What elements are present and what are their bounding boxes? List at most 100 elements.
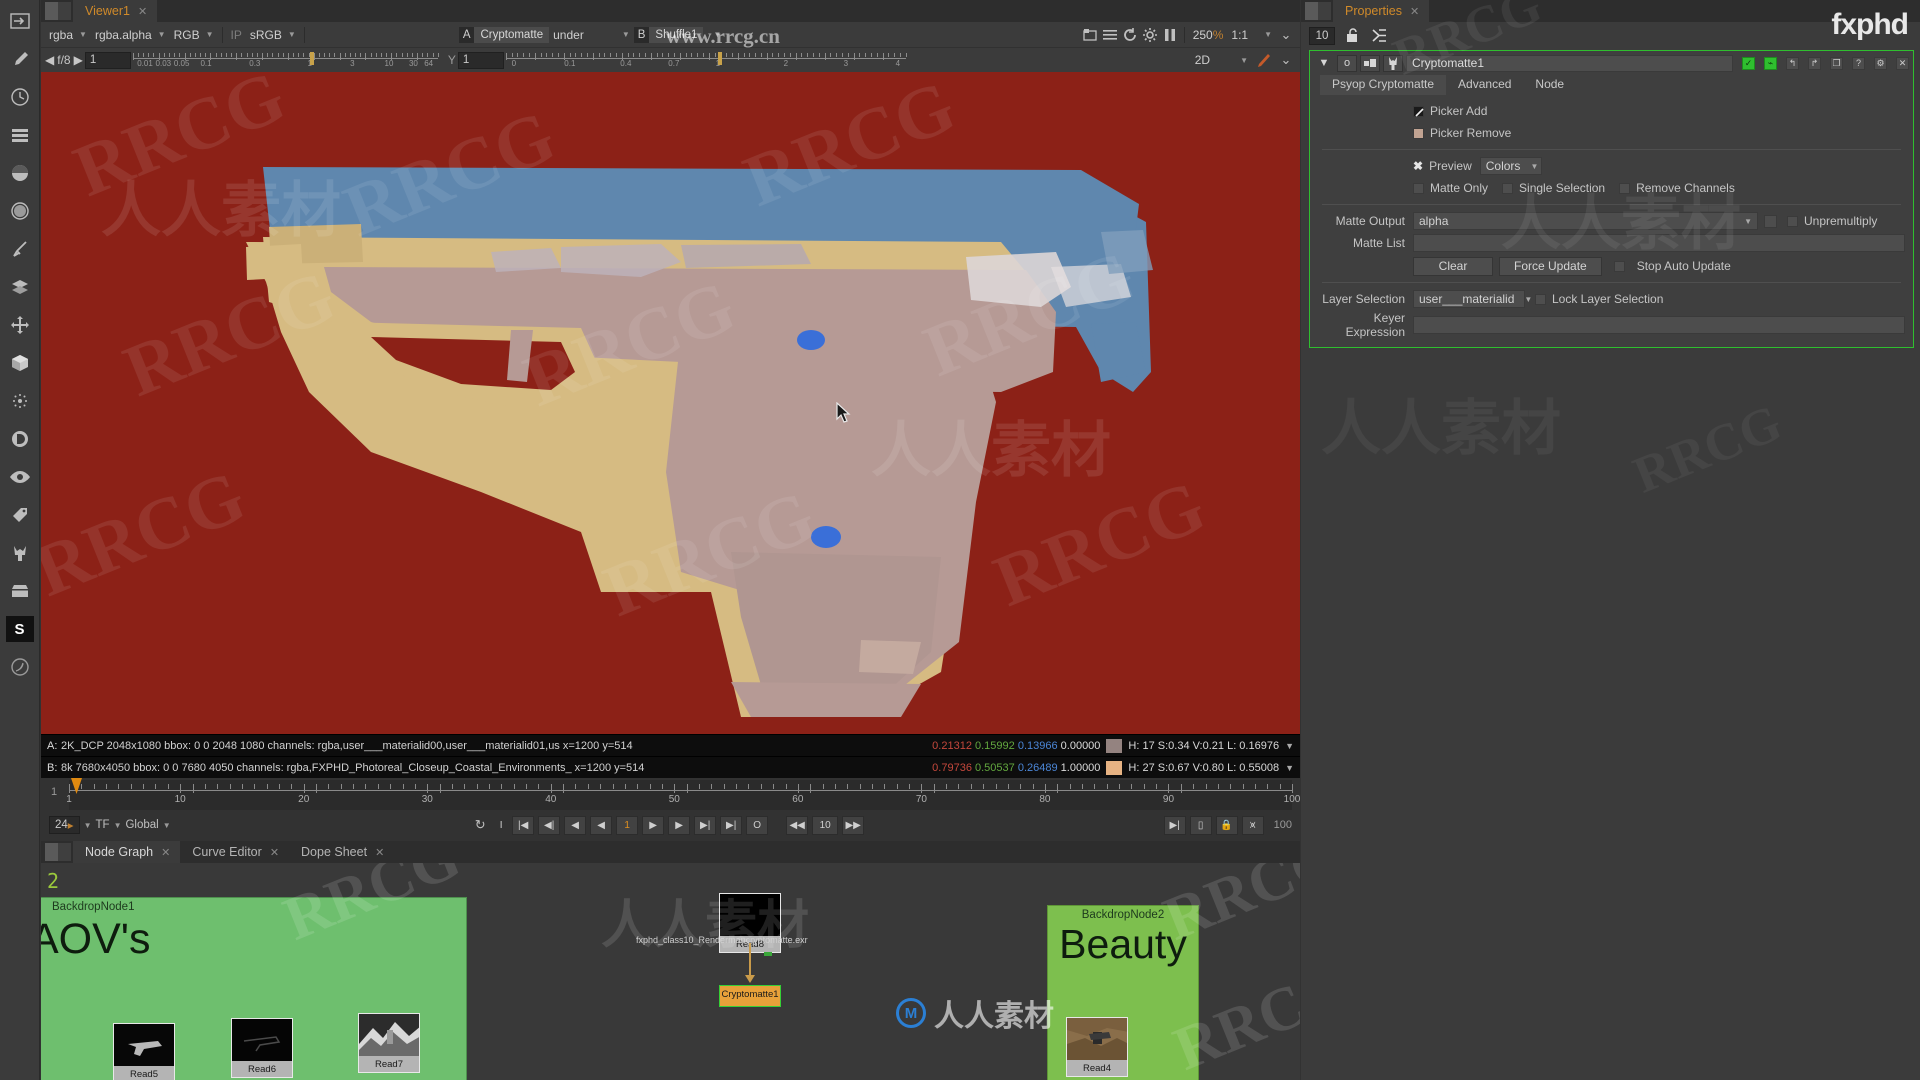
tab-advanced[interactable]: Advanced bbox=[1446, 75, 1524, 95]
loop-mode-icon[interactable]: ↻ bbox=[470, 815, 490, 835]
particles-icon[interactable] bbox=[6, 388, 34, 414]
display-channels-dropdown[interactable]: RGB ▼ bbox=[170, 25, 218, 44]
input-a-selector[interactable]: A Cryptomatte bbox=[458, 25, 550, 45]
gain-percent-field[interactable]: 250% bbox=[1189, 25, 1228, 44]
gamma-slider-handle[interactable] bbox=[717, 52, 722, 65]
channel-dropdown[interactable]: rgba.alpha ▼ bbox=[91, 25, 170, 44]
expand-toolbar-icon[interactable]: ⌄ bbox=[1276, 25, 1296, 45]
pause-icon[interactable] bbox=[1160, 25, 1180, 45]
layer-selection-dropdown[interactable]: user___materialid ▼ bbox=[1413, 290, 1532, 308]
unpremultiply-checkbox[interactable] bbox=[1787, 215, 1798, 227]
color-wheel-icon[interactable]: o bbox=[1337, 54, 1357, 72]
remove-channels-checkbox[interactable] bbox=[1619, 182, 1631, 194]
script-icon[interactable]: ⌁ bbox=[1764, 56, 1777, 70]
single-selection-checkbox[interactable] bbox=[1502, 182, 1514, 194]
close-icon[interactable]: ✕ bbox=[138, 5, 147, 18]
3d-cube-icon[interactable] bbox=[6, 350, 34, 376]
other-box-icon[interactable] bbox=[6, 578, 34, 604]
merge-layers-icon[interactable] bbox=[6, 274, 34, 300]
gear-icon[interactable] bbox=[1140, 25, 1160, 45]
tab-node[interactable]: Node bbox=[1523, 75, 1577, 95]
enable-checkbox[interactable]: ✓ bbox=[1742, 56, 1755, 70]
wrench-icon[interactable] bbox=[1383, 54, 1403, 72]
redo-icon[interactable]: ↱ bbox=[1808, 56, 1821, 70]
tab-psyop-cryptomatte[interactable]: Psyop Cryptomatte bbox=[1320, 75, 1447, 95]
force-update-button[interactable]: Force Update bbox=[1499, 256, 1602, 276]
stop-auto-update-checkbox[interactable] bbox=[1613, 260, 1625, 272]
next-keyframe-button[interactable]: ▶| bbox=[694, 815, 717, 835]
current-frame-field[interactable]: 1 bbox=[616, 815, 639, 835]
close-icon[interactable]: ✕ bbox=[1896, 56, 1909, 70]
ip-toggle[interactable]: IP bbox=[227, 25, 246, 44]
pin-count-field[interactable]: 10 bbox=[1309, 26, 1335, 45]
node-read5[interactable]: Read5 bbox=[113, 1023, 175, 1080]
time-clock-icon[interactable] bbox=[6, 84, 34, 110]
node-name-field[interactable]: Cryptomatte1 bbox=[1406, 54, 1733, 72]
toolsets-icon[interactable] bbox=[6, 540, 34, 566]
settings-icon[interactable]: ⚙ bbox=[1874, 56, 1887, 70]
matte-list-input[interactable] bbox=[1413, 234, 1905, 252]
picker-add-checkbox[interactable] bbox=[1413, 105, 1424, 117]
chevron-down-icon[interactable]: ▼ bbox=[84, 821, 92, 830]
chevron-down-icon[interactable]: ▼ bbox=[1285, 763, 1294, 773]
node-mask-icon[interactable] bbox=[1360, 54, 1380, 72]
last-frame-button[interactable]: ▶| bbox=[720, 815, 743, 835]
close-icon[interactable]: ✕ bbox=[1410, 5, 1419, 18]
viewer-canvas[interactable]: RRCG RRCG RRCG RRCG RRCG RRCG RRCG RRCG … bbox=[41, 72, 1300, 734]
tab-dope-sheet[interactable]: Dope Sheet ✕ bbox=[289, 841, 395, 863]
unlock-icon[interactable] bbox=[1342, 26, 1362, 46]
transform-move-icon[interactable] bbox=[6, 312, 34, 338]
prev-frame-button[interactable]: ◀ bbox=[564, 815, 587, 835]
increment-field[interactable]: 10 bbox=[812, 815, 839, 835]
metadata-tag-icon[interactable] bbox=[6, 502, 34, 528]
plugin-swirl-icon[interactable] bbox=[6, 654, 34, 680]
gamma-slider[interactable]: 00.10.40.71234 bbox=[505, 51, 907, 69]
fps-field[interactable]: 24 ▸ bbox=[49, 816, 80, 834]
refresh-icon[interactable] bbox=[1120, 25, 1140, 45]
color-correct-icon[interactable] bbox=[6, 160, 34, 186]
first-frame-button[interactable]: |◀ bbox=[512, 815, 535, 835]
tab-viewer1[interactable]: Viewer1 ✕ bbox=[73, 0, 158, 22]
increment-button[interactable]: ▶▶ bbox=[842, 815, 865, 835]
lock-layer-selection-checkbox[interactable] bbox=[1535, 293, 1546, 305]
copy-icon[interactable]: ❐ bbox=[1830, 56, 1843, 70]
decrement-button[interactable]: ◀◀ bbox=[786, 815, 809, 835]
lock-range-icon[interactable]: 🔒 bbox=[1215, 815, 1238, 835]
gain-slider[interactable]: 0.010.030.050.10.313103064 bbox=[132, 51, 439, 69]
tab-curve-editor[interactable]: Curve Editor ✕ bbox=[180, 841, 290, 863]
filter-blur-icon[interactable] bbox=[6, 198, 34, 224]
roi-icon[interactable] bbox=[1080, 25, 1100, 45]
chevron-right-icon[interactable]: ▶ bbox=[74, 53, 83, 67]
gain-slider-handle[interactable] bbox=[309, 52, 314, 65]
preview-mode-dropdown[interactable]: Colors ▼ bbox=[1479, 157, 1542, 175]
sync-dropdown[interactable]: Global ▼ bbox=[125, 819, 170, 831]
node-read4[interactable]: Read4 bbox=[1066, 1017, 1128, 1077]
preview-checkbox[interactable]: ✖ bbox=[1413, 159, 1423, 173]
collapse-arrow-icon[interactable]: ▼ bbox=[1314, 55, 1334, 72]
draw-pen-icon[interactable] bbox=[6, 46, 34, 72]
playhead-marker[interactable] bbox=[71, 778, 82, 794]
clear-all-icon[interactable] bbox=[1369, 26, 1389, 46]
keyer-expression-input[interactable] bbox=[1413, 316, 1905, 334]
panel-grip-icon[interactable] bbox=[1305, 2, 1331, 20]
node-read6[interactable]: Read6 bbox=[231, 1018, 293, 1078]
tab-node-graph[interactable]: Node Graph ✕ bbox=[73, 841, 181, 863]
sapphire-icon[interactable]: S bbox=[5, 616, 34, 642]
node-cryptomatte1[interactable]: Cryptomatte1 bbox=[719, 985, 781, 1007]
view-mode-dropdown[interactable]: 2D ▼ bbox=[1191, 51, 1252, 70]
gain-input[interactable]: 1 bbox=[84, 51, 131, 69]
undo-icon[interactable]: ↰ bbox=[1786, 56, 1799, 70]
play-forward-button[interactable]: ▶ bbox=[642, 815, 665, 835]
chevron-left-icon[interactable]: ◀ bbox=[45, 53, 54, 67]
expand-toolbar-icon[interactable]: ⌄ bbox=[1276, 50, 1296, 70]
playback-range-button[interactable]: ▶| bbox=[1163, 815, 1186, 835]
channel-merge-icon[interactable] bbox=[6, 122, 34, 148]
close-icon[interactable]: ✕ bbox=[161, 846, 170, 859]
matte-only-checkbox[interactable] bbox=[1413, 182, 1424, 194]
keyframe-graph-icon[interactable]: ⩙ bbox=[1241, 815, 1264, 835]
play-backward-button[interactable]: ◀ bbox=[590, 815, 613, 835]
deep-icon[interactable] bbox=[6, 426, 34, 452]
close-icon[interactable]: ✕ bbox=[270, 846, 279, 859]
in-point-button[interactable]: I bbox=[494, 816, 508, 835]
clear-button[interactable]: Clear bbox=[1413, 256, 1493, 276]
